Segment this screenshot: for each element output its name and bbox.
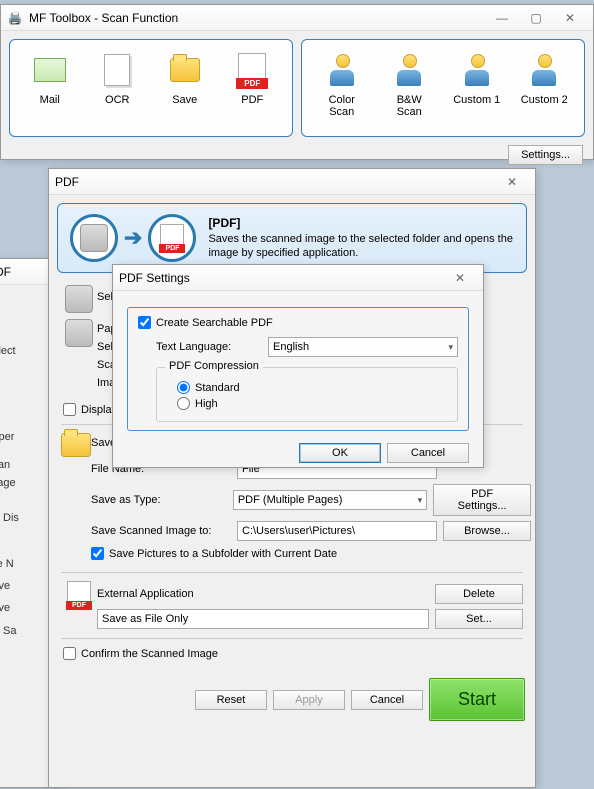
label: Scan <box>0 459 55 471</box>
delete-button[interactable]: Delete <box>435 584 523 604</box>
pdf-settings-dialog: PDF Settings ✕ Create Searchable PDF Tex… <box>112 264 484 468</box>
pdf-icon <box>67 581 91 609</box>
dialog-title: PDF Settings <box>119 271 190 285</box>
mail-icon <box>34 58 66 82</box>
display-driver-checkbox[interactable] <box>63 403 76 416</box>
scanner-icon <box>65 319 93 347</box>
banner-title: [PDF] <box>208 216 514 230</box>
label: Save <box>0 602 55 614</box>
comp-std-label: Standard <box>195 382 240 394</box>
savepath-input[interactable] <box>237 521 437 541</box>
folder-icon <box>170 58 200 82</box>
label: Image <box>0 477 55 489</box>
pdf-icon <box>238 53 266 87</box>
close-button[interactable]: ✕ <box>553 7 587 29</box>
scanner-circle-icon <box>70 214 118 262</box>
close-button[interactable]: ✕ <box>495 171 529 193</box>
banner-description: Saves the scanned image to the selected … <box>208 232 514 261</box>
minimize-button[interactable]: — <box>485 7 519 29</box>
label: Paper <box>0 431 55 443</box>
window-title: MF Toolbox - Scan Function <box>29 11 178 25</box>
start-button[interactable]: Start <box>429 678 525 721</box>
tool-save[interactable]: Save <box>156 50 214 118</box>
mf-toolbox-window: 🖨️ MF Toolbox - Scan Function — ▢ ✕ Mail… <box>0 4 594 160</box>
compression-standard-radio[interactable] <box>177 381 190 394</box>
label: File N <box>0 558 55 570</box>
apply-button[interactable]: Apply <box>273 690 345 710</box>
compression-high-radio[interactable] <box>177 397 190 410</box>
reset-button[interactable]: Reset <box>195 690 267 710</box>
searchable-checkbox[interactable] <box>138 316 151 329</box>
saveas-label: Save as Type: <box>91 494 227 506</box>
cancel-button[interactable]: Cancel <box>351 690 423 710</box>
tool-bw-scan[interactable]: B&W Scan <box>380 50 438 118</box>
set-button[interactable]: Set... <box>435 609 523 629</box>
arrow-icon: ➔ <box>124 225 142 251</box>
tool-group-left: Mail OCR Save PDF <box>9 39 293 137</box>
language-dropdown[interactable]: English▾ <box>268 337 458 357</box>
titlebar: PDF Settings ✕ <box>113 265 483 291</box>
app-icon: 🖨️ <box>7 10 23 26</box>
pdf-window: PDF ✕ ➔ [PDF] Saves the scanned image to… <box>48 168 536 788</box>
folder-icon <box>61 433 91 457</box>
cancel-button[interactable]: Cancel <box>387 443 469 463</box>
extapp-label: External Application <box>97 588 429 600</box>
searchable-label: Create Searchable PDF <box>156 317 273 329</box>
subfolder-checkbox[interactable] <box>91 547 104 560</box>
language-label: Text Language: <box>156 341 268 353</box>
titlebar: 🖨️ MF Toolbox - Scan Function — ▢ ✕ <box>1 5 593 31</box>
chevron-down-icon: ▾ <box>448 342 453 353</box>
document-icon <box>104 54 130 86</box>
scanner-icon <box>65 285 93 313</box>
titlebar: PDF ✕ <box>49 169 535 195</box>
savepath-label: Save Scanned Image to: <box>91 525 231 537</box>
window-title: PDF <box>55 175 79 189</box>
extapp-input[interactable] <box>97 609 429 629</box>
browse-button[interactable]: Browse... <box>443 521 531 541</box>
chevron-down-icon: ▾ <box>418 495 423 506</box>
pdf-settings-button[interactable]: PDF Settings... <box>433 484 531 516</box>
tool-group-right: Color Scan B&W Scan Custom 1 Custom 2 <box>301 39 585 137</box>
subfolder-label: Save Pictures to a Subfolder with Curren… <box>109 548 337 560</box>
label: Select <box>0 345 55 357</box>
person-icon <box>463 54 491 86</box>
tool-color-scan[interactable]: Color Scan <box>313 50 371 118</box>
confirm-checkbox[interactable] <box>63 647 76 660</box>
saveas-dropdown[interactable]: PDF (Multiple Pages)▾ <box>233 490 427 510</box>
tool-ocr[interactable]: OCR <box>88 50 146 118</box>
tool-pdf[interactable]: PDF <box>223 50 281 118</box>
confirm-label: Confirm the Scanned Image <box>81 648 218 660</box>
person-icon <box>328 54 356 86</box>
close-button[interactable]: ✕ <box>443 267 477 289</box>
comp-high-label: High <box>195 398 218 410</box>
tool-mail[interactable]: Mail <box>21 50 79 118</box>
tool-custom2[interactable]: Custom 2 <box>515 50 573 118</box>
person-icon <box>395 54 423 86</box>
pdf-circle-icon <box>148 214 196 262</box>
person-icon <box>530 54 558 86</box>
window-title: PDF <box>0 265 11 279</box>
tool-custom1[interactable]: Custom 1 <box>448 50 506 118</box>
label: Save <box>0 580 55 592</box>
pdf-banner: ➔ [PDF] Saves the scanned image to the s… <box>57 203 527 273</box>
compression-legend: PDF Compression <box>165 360 263 372</box>
maximize-button[interactable]: ▢ <box>519 7 553 29</box>
ok-button[interactable]: OK <box>299 443 381 463</box>
settings-button[interactable]: Settings... <box>508 145 583 165</box>
